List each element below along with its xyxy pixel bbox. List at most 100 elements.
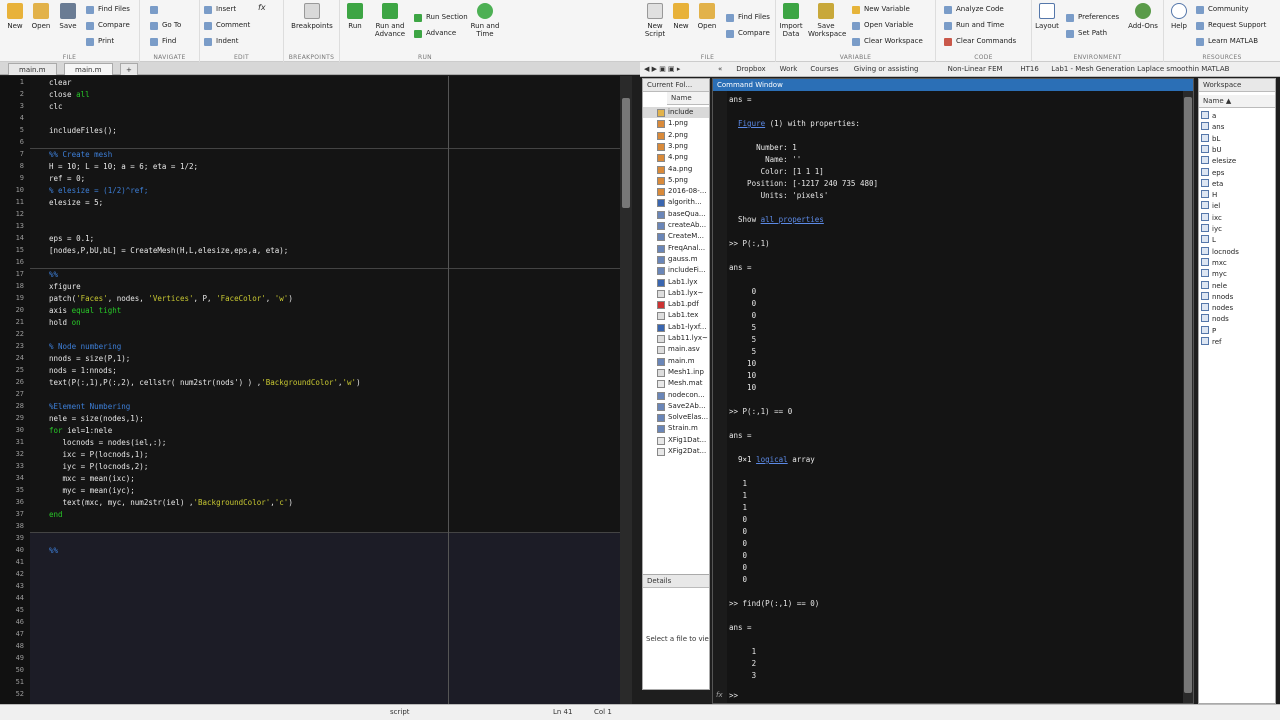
workspace-variable[interactable]: ans xyxy=(1201,122,1224,133)
file-item[interactable]: gauss.m xyxy=(643,254,709,265)
indent-button[interactable]: Indent xyxy=(204,36,238,47)
code-line[interactable]: patch('Faces', nodes, 'Vertices', P, 'Fa… xyxy=(49,294,293,303)
import-data-button[interactable]: Import Data xyxy=(776,3,806,38)
breadcrumb-item[interactable]: Work xyxy=(780,65,798,73)
fx-icon[interactable]: fx xyxy=(258,3,266,12)
code-line[interactable]: clc xyxy=(49,102,63,111)
workspace-name-header[interactable]: Name ▲ xyxy=(1199,95,1275,108)
code-line[interactable]: [nodes,P,bU,bL] = CreateMesh(H,L,elesize… xyxy=(49,246,288,255)
help-button[interactable]: Help xyxy=(1164,3,1194,30)
run-and-time-button[interactable]: Run and Time xyxy=(944,20,1004,31)
nav-arrows[interactable]: ◀ ▶ ▣ ▣ ▸ xyxy=(644,65,680,73)
open-variable-button[interactable]: Open Variable xyxy=(852,20,913,31)
print-button[interactable]: Print xyxy=(86,36,114,47)
run-and-time-button[interactable]: Run and Time xyxy=(470,3,500,38)
workspace-variable[interactable]: a xyxy=(1201,111,1216,122)
analyze-code-button[interactable]: Analyze Code xyxy=(944,4,1004,15)
community-button[interactable]: Community xyxy=(1196,4,1249,15)
layout-button[interactable]: Layout xyxy=(1032,3,1062,30)
file-item[interactable]: FreqAnal... xyxy=(643,243,709,254)
set-path-button[interactable]: Set Path xyxy=(1066,28,1107,39)
breadcrumb-item[interactable]: Lab1 - Mesh Generation Laplace smoothin … xyxy=(1051,65,1229,73)
file-item[interactable]: 5.png xyxy=(643,175,709,186)
current-folder-title[interactable]: Current Fol... xyxy=(643,79,709,92)
code-line[interactable]: H = 10; L = 10; a = 6; eta = 1/2; xyxy=(49,162,198,171)
find-button[interactable]: Find xyxy=(150,36,176,47)
command-window[interactable]: Command Window ans = Figure (1) with pro… xyxy=(712,78,1194,704)
workspace-variable[interactable]: P xyxy=(1201,325,1216,337)
find-files-button[interactable]: Find Files xyxy=(86,4,130,15)
file-item[interactable]: Save2Ab... xyxy=(643,401,709,412)
file-item[interactable]: 3.png xyxy=(643,141,709,152)
file-item[interactable]: main.asv xyxy=(643,344,709,355)
file-item[interactable]: includeFi... xyxy=(643,265,709,276)
output-link[interactable]: all properties xyxy=(761,215,824,224)
file-item[interactable]: XFig2Dat... xyxy=(643,446,709,457)
file-item[interactable]: 4.png xyxy=(643,152,709,163)
workspace-variable[interactable]: myc xyxy=(1201,269,1227,280)
file-item[interactable]: Mesh.mat xyxy=(643,378,709,389)
comment-button[interactable]: Comment xyxy=(204,20,250,31)
workspace-variable[interactable]: eta xyxy=(1201,178,1223,190)
workspace-variable[interactable]: bL xyxy=(1201,133,1220,145)
find-files-button[interactable]: Find Files xyxy=(726,12,770,23)
run-and-advance-button[interactable]: Run and Advance xyxy=(372,3,408,38)
clear-commands-button[interactable]: Clear Commands xyxy=(944,36,1016,47)
workspace-variable[interactable]: nele xyxy=(1201,280,1227,292)
breadcrumb-item[interactable]: Non-Linear FEM xyxy=(948,65,1003,73)
code-line[interactable]: for iel=1:nele xyxy=(49,426,112,435)
file-item[interactable]: CreateM... xyxy=(643,231,709,242)
file-item[interactable]: Lab1.lyx xyxy=(643,277,709,288)
compare-button[interactable]: Compare xyxy=(726,28,770,39)
file-item[interactable]: SolveElas... xyxy=(643,412,709,423)
workspace-variable[interactable]: nodes xyxy=(1201,303,1233,314)
code-line[interactable]: %% xyxy=(49,270,58,279)
code-line[interactable]: nele = size(nodes,1); xyxy=(49,414,144,423)
compare-button[interactable]: Compare xyxy=(86,20,130,31)
code-area[interactable]: clear close all clc includeFiles(); %% Creat… xyxy=(30,76,620,704)
back-forward[interactable] xyxy=(150,4,162,15)
code-line[interactable]: mxc = mean(ixc); xyxy=(49,474,135,483)
command-prompt[interactable]: >> xyxy=(729,691,738,700)
file-item[interactable]: Lab1.tex xyxy=(643,310,709,321)
workspace-variable[interactable]: nnods xyxy=(1201,291,1233,303)
tab-main-2[interactable]: main.m xyxy=(64,63,113,75)
file-item[interactable]: Mesh1.inp xyxy=(643,367,709,378)
command-scrollbar[interactable] xyxy=(1183,91,1193,703)
output-link[interactable]: Figure xyxy=(738,119,765,128)
breadcrumb-item[interactable]: Giving or assisting xyxy=(854,65,919,73)
file-item[interactable]: Strain.m xyxy=(643,423,709,434)
tab-main-1[interactable]: main.m xyxy=(8,63,57,75)
code-line[interactable]: clear xyxy=(49,78,72,87)
breadcrumb-item[interactable]: Dropbox xyxy=(736,65,766,73)
scroll-thumb[interactable] xyxy=(1184,97,1192,693)
code-line[interactable]: xfigure xyxy=(49,282,81,291)
workspace-variable[interactable]: ref xyxy=(1201,337,1222,348)
code-line[interactable]: ref = 0; xyxy=(49,174,85,183)
workspace-variable[interactable]: H xyxy=(1201,190,1217,201)
breakpoints-button[interactable]: Breakpoints xyxy=(286,3,338,30)
save-button[interactable]: Save xyxy=(53,3,83,30)
file-item[interactable]: Lab1.lyx~ xyxy=(643,288,709,299)
scroll-thumb[interactable] xyxy=(622,98,630,208)
code-line[interactable]: close all xyxy=(49,90,90,99)
code-line[interactable]: nnods = size(P,1); xyxy=(49,354,130,363)
breadcrumb-item[interactable]: Courses xyxy=(810,65,838,73)
file-item[interactable]: baseQua... xyxy=(643,209,709,220)
file-item[interactable]: 4a.png xyxy=(643,164,709,175)
file-item[interactable]: nodecon... xyxy=(643,390,709,401)
breadcrumb-item[interactable]: « xyxy=(718,65,722,73)
command-window-title[interactable]: Command Window xyxy=(713,79,1193,91)
file-item[interactable]: 1.png xyxy=(643,118,709,129)
file-item[interactable]: algorith... xyxy=(643,197,709,208)
go-to-button[interactable]: Go To xyxy=(150,20,181,31)
code-line[interactable]: iyc = P(locnods,2); xyxy=(49,462,149,471)
fx-icon[interactable]: fx xyxy=(716,691,723,699)
details-title[interactable]: Details xyxy=(643,575,709,588)
preferences-button[interactable]: Preferences xyxy=(1066,12,1119,23)
file-item[interactable]: 2016-08-... xyxy=(643,186,709,197)
code-line[interactable]: % Node numbering xyxy=(49,342,121,351)
add-ons-button[interactable]: Add-Ons xyxy=(1128,3,1158,30)
clear-workspace-button[interactable]: Clear Workspace xyxy=(852,36,923,47)
advance-button[interactable]: Advance xyxy=(414,28,456,39)
